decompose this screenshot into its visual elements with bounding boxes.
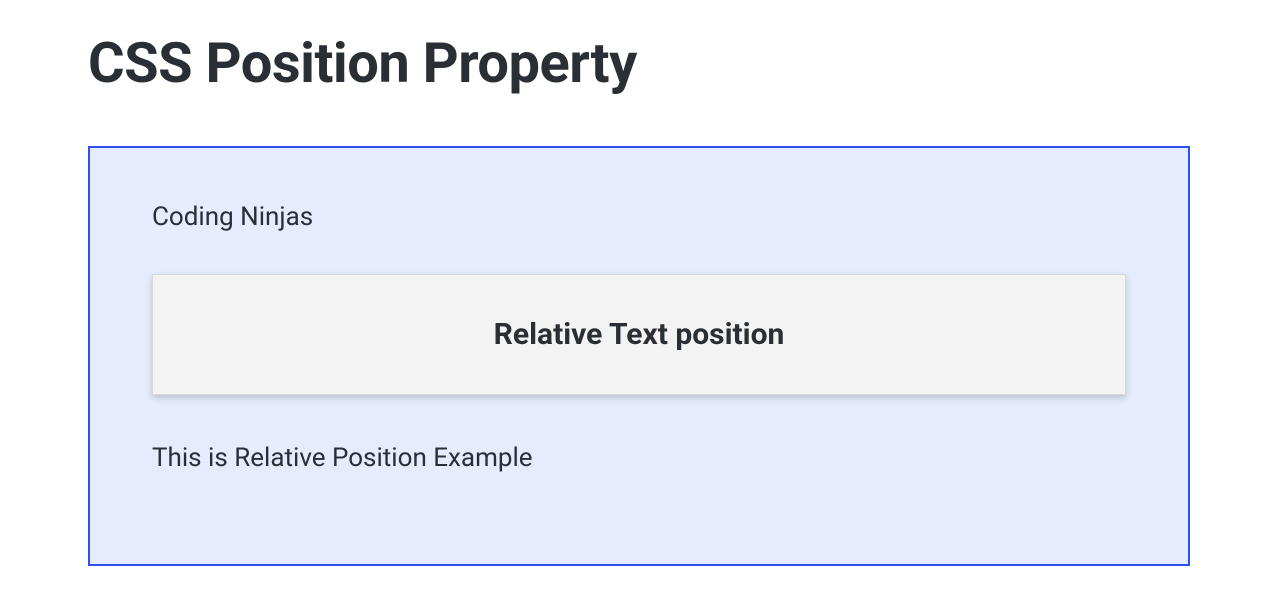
relative-card-text: Relative Text position <box>153 317 1125 352</box>
demo-container: Coding Ninjas Relative Text position Thi… <box>88 146 1190 566</box>
brand-label: Coding Ninjas <box>152 202 1126 232</box>
page-title: CSS Position Property <box>0 0 1278 126</box>
description-text: This is Relative Position Example <box>152 443 1126 473</box>
relative-card: Relative Text position <box>152 274 1126 395</box>
